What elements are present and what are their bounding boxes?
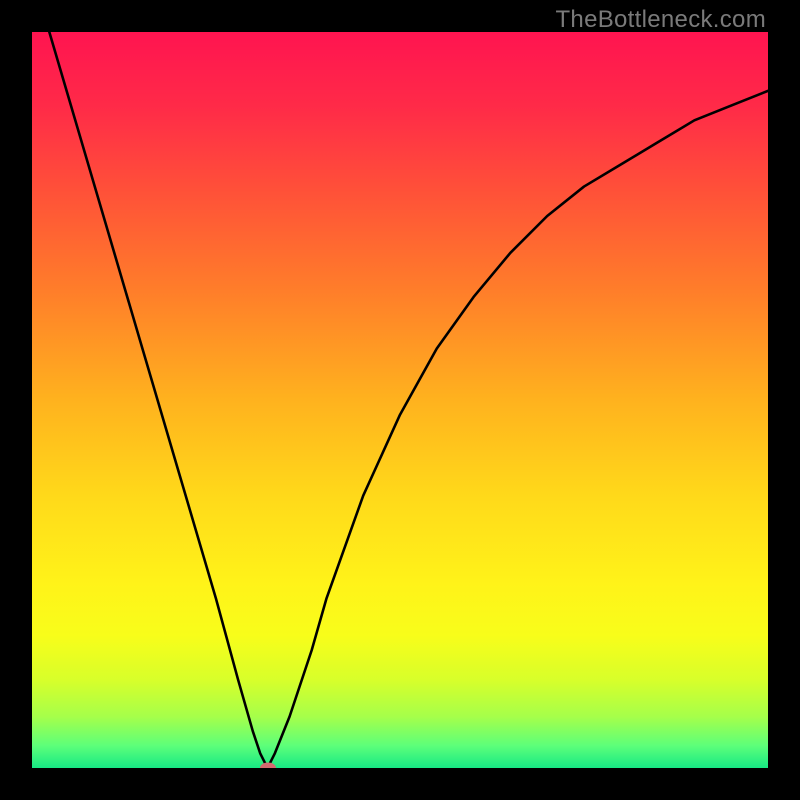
watermark-text: TheBottleneck.com (555, 6, 766, 34)
chart-frame: TheBottleneck.com (0, 0, 800, 800)
minimum-marker (260, 763, 276, 769)
bottleneck-curve (32, 32, 768, 768)
plot-area (32, 32, 768, 768)
